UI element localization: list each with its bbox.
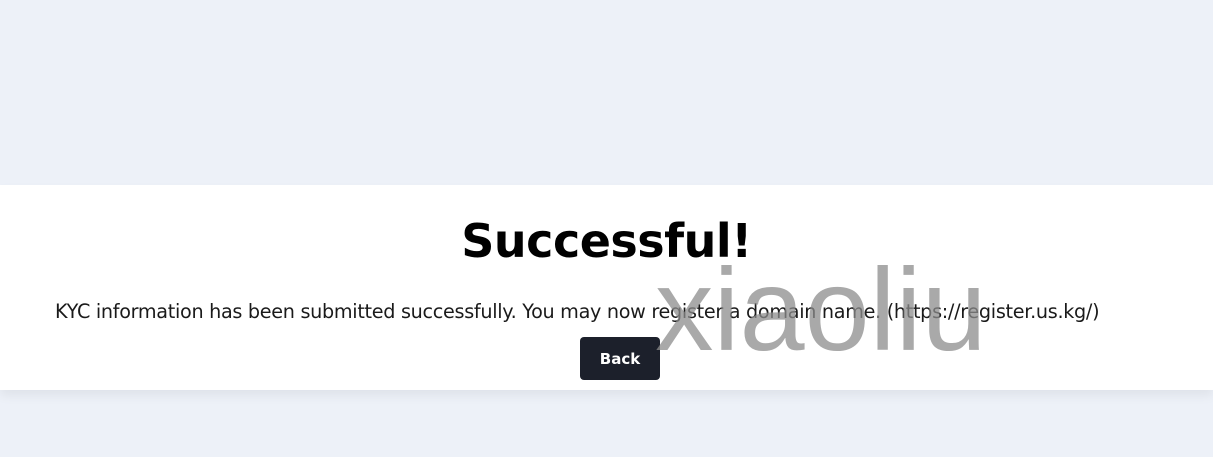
success-card: Successful! KYC information has been sub…	[0, 185, 1213, 390]
back-button[interactable]: Back	[580, 337, 660, 380]
success-title: Successful!	[461, 214, 752, 268]
success-message: KYC information has been submitted succe…	[55, 300, 1100, 323]
